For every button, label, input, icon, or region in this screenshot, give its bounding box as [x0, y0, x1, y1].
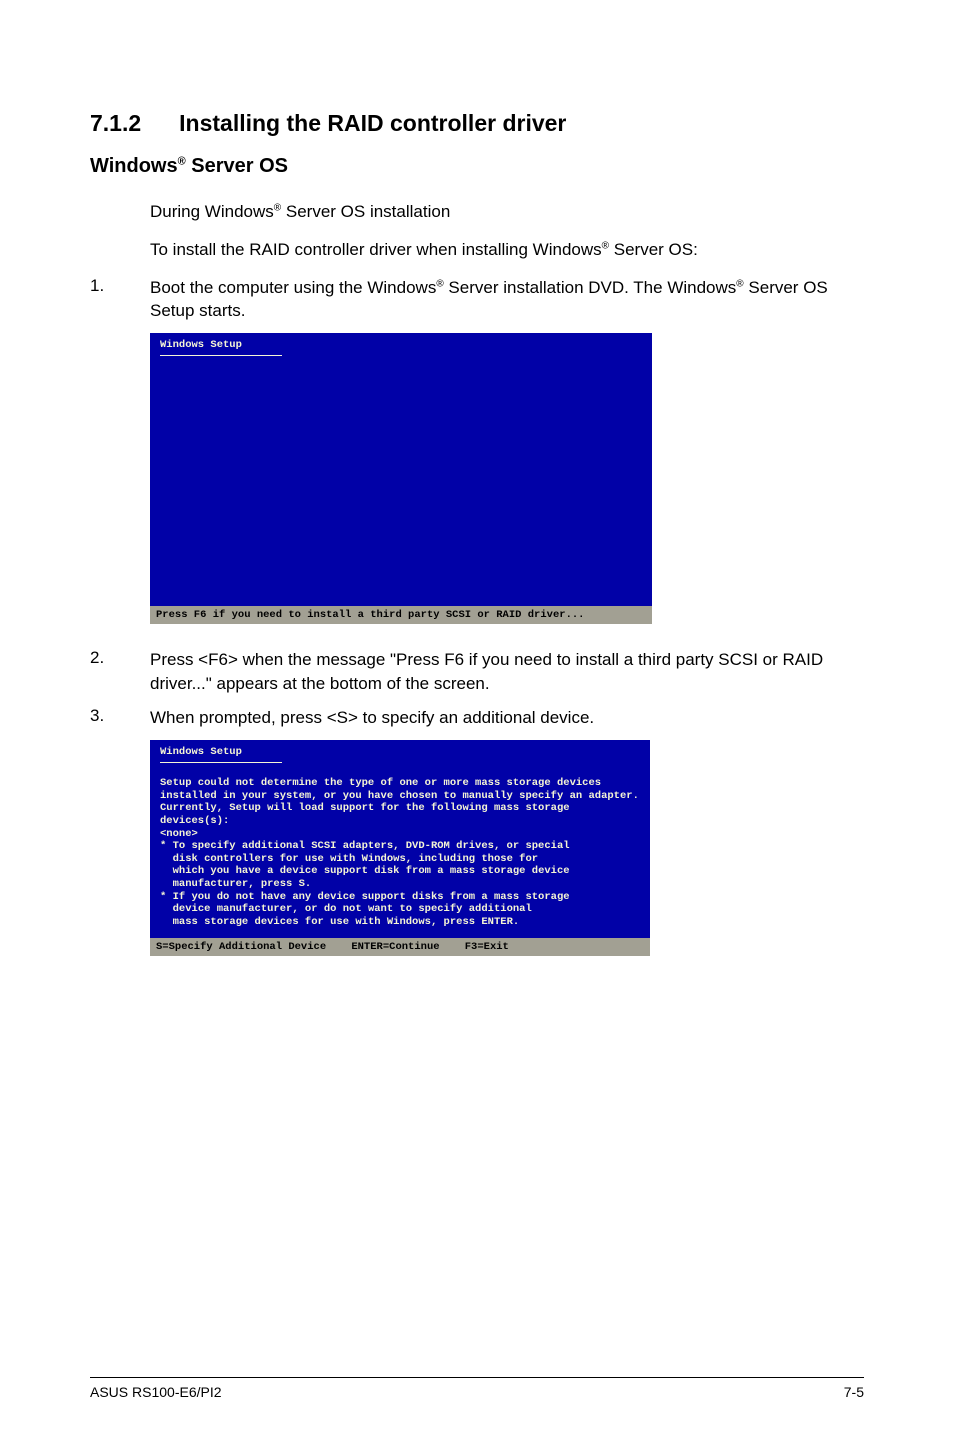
intro-paragraph: To install the RAID controller driver wh… — [150, 238, 854, 262]
intro2-prefix: To install the RAID controller driver wh… — [150, 240, 602, 259]
list-item: 2. Press <F6> when the message "Press F6… — [90, 648, 864, 696]
setup-screen-body: Windows Setup Setup could not determine … — [150, 740, 650, 939]
registered-icon: ® — [602, 240, 609, 251]
section-title: Installing the RAID controller driver — [179, 110, 566, 136]
registered-icon: ® — [178, 155, 186, 167]
windows-setup-screenshot-1: Windows Setup Press F6 if you need to in… — [150, 333, 652, 624]
step-text: Boot the computer using the Windows® Ser… — [150, 276, 864, 324]
sub-heading: Windows® Server OS — [90, 155, 864, 178]
setup-status-line: Press F6 if you need to install a third … — [150, 606, 652, 624]
subheading-suffix: Server OS — [186, 155, 288, 177]
section-heading: 7.1.2 Installing the RAID controller driv… — [90, 110, 864, 137]
step-number: 2. — [90, 648, 150, 696]
section-number: 7.1.2 — [90, 110, 141, 137]
step-text: When prompted, press <S> to specify an a… — [150, 706, 864, 730]
setup-status-line: S=Specify Additional Device ENTER=Contin… — [150, 938, 650, 956]
intro2-suffix: Server OS: — [609, 240, 698, 259]
setup-screen-body: Windows Setup — [150, 333, 652, 606]
step1-l1-prefix: Boot the computer using the Windows — [150, 278, 436, 297]
setup-screen-title: Windows Setup — [160, 339, 282, 356]
list-item: 3. When prompted, press <S> to specify a… — [90, 706, 864, 730]
setup-bullet-1: * To specify additional SCSI adapters, D… — [160, 840, 640, 890]
page-footer: ASUS RS100-E6/PI2 7-5 — [90, 1377, 864, 1400]
intro1-suffix: Server OS installation — [281, 202, 450, 221]
step1-l2-prefix: Windows — [667, 278, 736, 297]
registered-icon: ® — [736, 278, 743, 289]
step1-l1-suffix: Server installation DVD. The — [444, 278, 668, 297]
intro-paragraph: During Windows® Server OS installation — [150, 200, 854, 224]
footer-left: ASUS RS100-E6/PI2 — [90, 1384, 222, 1400]
intro1-prefix: During Windows — [150, 202, 274, 221]
setup-bullet-2: * If you do not have any device support … — [160, 891, 640, 929]
list-item: 1. Boot the computer using the Windows® … — [90, 276, 864, 324]
step-number: 1. — [90, 276, 150, 324]
step-text: Press <F6> when the message "Press F6 if… — [150, 648, 864, 696]
setup-screen-paragraph: Setup could not determine the type of on… — [160, 777, 640, 827]
registered-icon: ® — [436, 278, 443, 289]
setup-none-entry: <none> — [160, 828, 640, 841]
setup-screen-title: Windows Setup — [160, 746, 282, 764]
step-number: 3. — [90, 706, 150, 730]
footer-right: 7-5 — [844, 1384, 864, 1400]
subheading-prefix: Windows — [90, 155, 178, 177]
windows-setup-screenshot-2: Windows Setup Setup could not determine … — [150, 740, 650, 957]
